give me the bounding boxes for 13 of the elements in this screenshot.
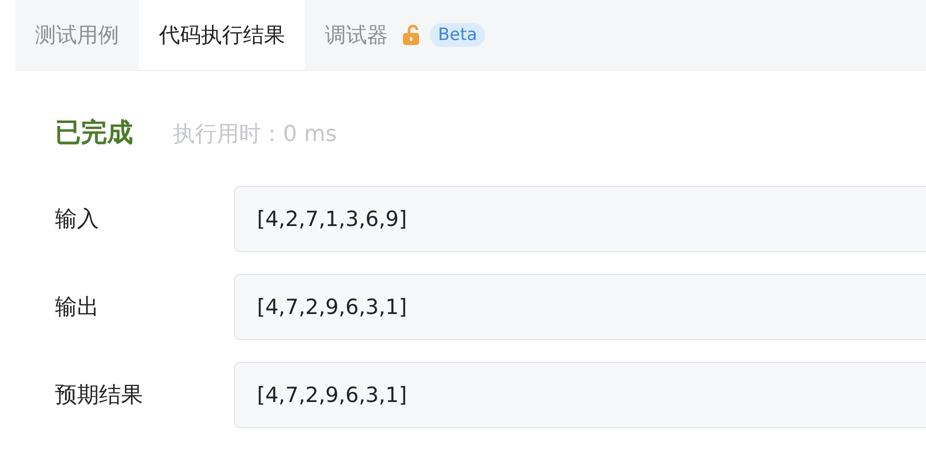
value-box: [4,7,2,9,6,3,1] xyxy=(234,362,926,428)
tab[interactable]: 代码执行结果 xyxy=(139,0,305,70)
tab[interactable]: 调试器 Beta xyxy=(305,0,506,70)
tab[interactable]: 测试用例 xyxy=(15,0,139,70)
value-box: [4,7,2,9,6,3,1] xyxy=(234,274,926,340)
status-text: 已完成 xyxy=(55,117,133,150)
field-label: 预期结果 xyxy=(54,382,144,410)
unlocked-padlock-icon xyxy=(400,24,422,46)
beta-badge: Beta xyxy=(430,23,486,47)
runtime-text: 执行用时：0 ms xyxy=(173,121,337,149)
value-box: [4,2,7,1,3,6,9] xyxy=(234,186,926,252)
field-label: 输入 xyxy=(54,206,100,234)
field-label: 输出 xyxy=(54,294,100,322)
